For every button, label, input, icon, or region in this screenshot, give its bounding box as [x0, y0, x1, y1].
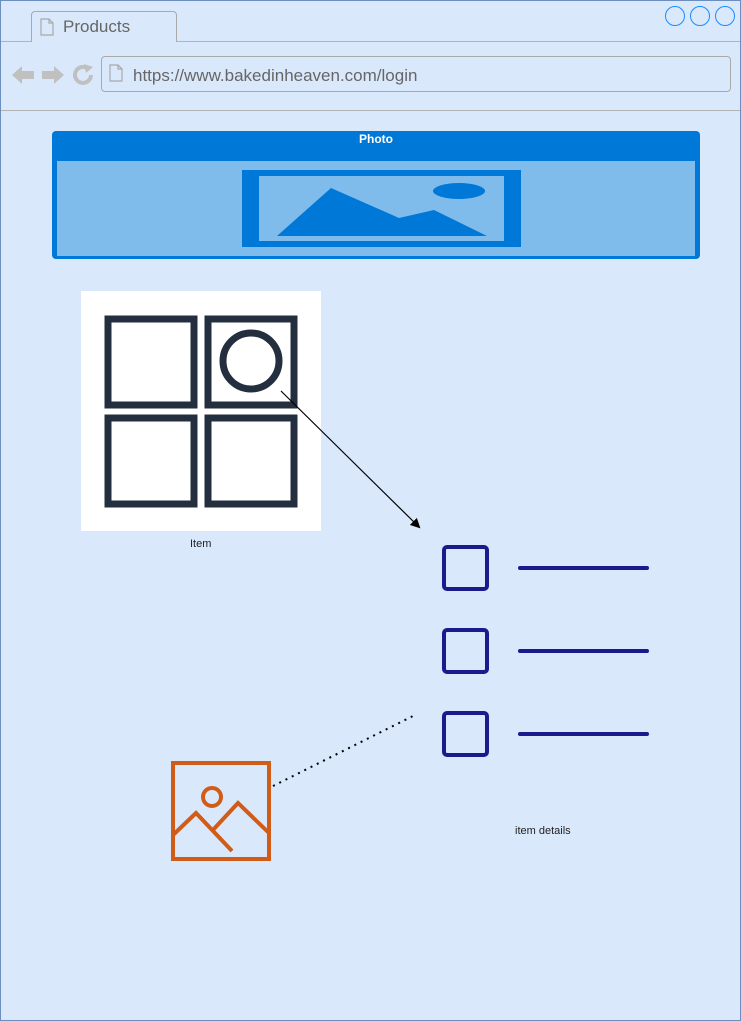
forward-arrow-icon[interactable] [41, 64, 65, 86]
address-bar[interactable]: https://www.bakedinheaven.com/login [101, 56, 731, 92]
back-arrow-icon[interactable] [11, 64, 35, 86]
page-icon [109, 64, 123, 82]
image-icon [171, 761, 271, 861]
checkbox-icon [442, 545, 489, 591]
minimize-button[interactable] [665, 6, 685, 26]
browser-window: Products https://www.bakedinheaven.com/l… [0, 0, 741, 1021]
dotted-connector [272, 713, 418, 787]
photo-widget-body [57, 161, 695, 256]
maximize-button[interactable] [690, 6, 710, 26]
refresh-icon[interactable] [71, 63, 95, 87]
checkbox-icon [442, 711, 489, 757]
checklist-row [441, 710, 651, 760]
image-placeholder-icon [242, 170, 521, 247]
document-icon [40, 18, 54, 36]
item-details-caption: item details [515, 825, 571, 837]
item-grid-tile [81, 291, 321, 531]
navigation-bar: https://www.bakedinheaven.com/login [1, 42, 740, 111]
tab-title: Products [63, 17, 131, 36]
url-text[interactable]: https://www.bakedinheaven.com/login [133, 66, 417, 86]
checklist-row [441, 627, 651, 677]
item-caption: Item [190, 538, 212, 550]
tab-products[interactable]: Products [31, 11, 177, 42]
photo-widget-title: Photo [359, 132, 393, 146]
grid-layout-icon [104, 315, 298, 508]
close-button[interactable] [715, 6, 735, 26]
checklist-row [441, 544, 651, 594]
mountain-sun-icon [277, 183, 487, 236]
tab-bar: Products [1, 1, 740, 42]
photo-widget: Photo [52, 131, 700, 259]
checkbox-icon [442, 628, 489, 674]
